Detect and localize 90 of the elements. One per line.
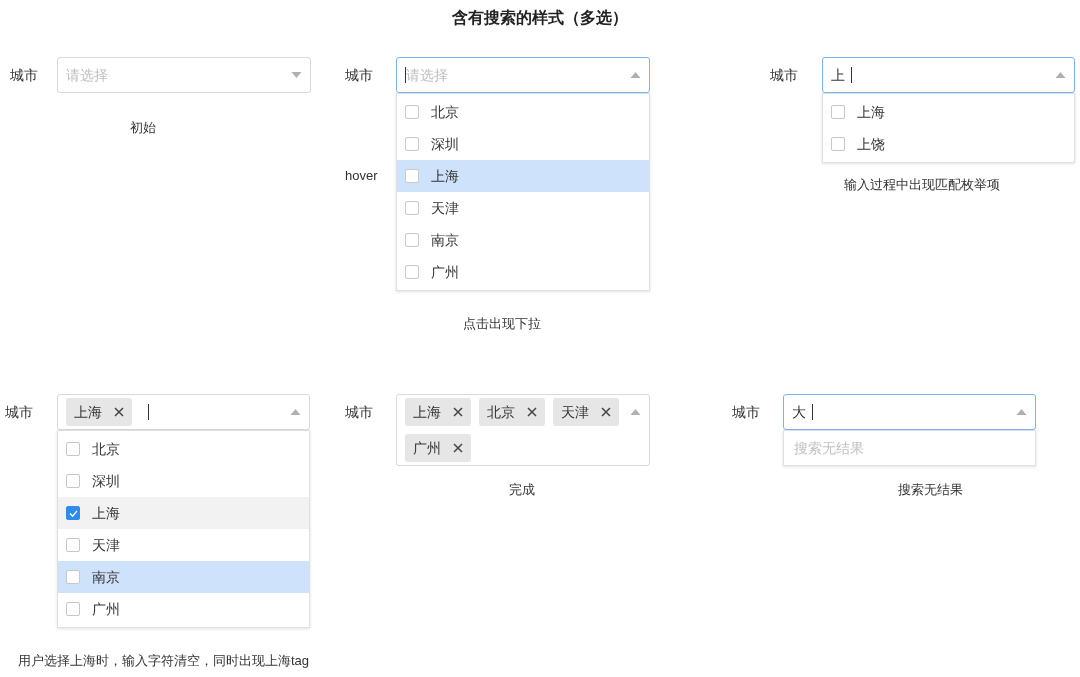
input-value: 上 <box>831 65 845 85</box>
option-text: 上海 <box>857 102 885 122</box>
option-text: 广州 <box>92 599 120 619</box>
caption-text: 点击出现下拉 <box>463 315 541 333</box>
empty-result-text: 搜索无结果 <box>783 430 1036 466</box>
checkbox[interactable] <box>66 506 80 520</box>
dropdown-option[interactable]: 南京 <box>58 561 309 593</box>
caret-down-icon[interactable] <box>291 72 302 78</box>
dropdown-option[interactable]: 南京 <box>397 224 649 256</box>
caption-text: 输入过程中出现匹配枚举项 <box>844 176 1000 194</box>
placeholder-text: 请选择 <box>66 65 108 85</box>
tag-text: 上海 <box>413 402 441 422</box>
dropdown-option[interactable]: 天津 <box>397 192 649 224</box>
close-icon[interactable] <box>527 407 537 417</box>
selected-tag[interactable]: 上海 <box>66 398 132 426</box>
tag-text: 上海 <box>74 402 102 422</box>
caret-up-icon[interactable] <box>1016 409 1027 415</box>
caret-up-icon[interactable] <box>630 409 641 415</box>
checkbox[interactable] <box>405 265 419 279</box>
option-text: 深圳 <box>431 134 459 154</box>
placeholder-text: 请选择 <box>406 65 448 85</box>
checkbox[interactable] <box>405 233 419 247</box>
option-text: 上海 <box>431 166 459 186</box>
checkbox[interactable] <box>66 570 80 584</box>
dropdown-option[interactable]: 上海 <box>397 160 649 192</box>
tag-text: 广州 <box>413 438 441 458</box>
dropdown-option[interactable]: 上海 <box>823 96 1074 128</box>
option-text: 天津 <box>92 535 120 555</box>
dropdown-option[interactable]: 北京 <box>397 96 649 128</box>
dropdown-option[interactable]: 上海 <box>58 497 309 529</box>
field-label: 城市 <box>5 402 34 422</box>
text-cursor <box>148 404 149 420</box>
close-icon[interactable] <box>601 407 611 417</box>
field-label: 城市 <box>770 65 799 85</box>
dropdown-option[interactable]: 上饶 <box>823 128 1074 160</box>
input-value: 大 <box>792 402 806 422</box>
selected-tag[interactable]: 北京 <box>479 398 545 426</box>
checkbox[interactable] <box>405 137 419 151</box>
option-text: 北京 <box>431 102 459 122</box>
option-text: 南京 <box>431 230 459 250</box>
select-field[interactable]: 上海 北京 天津 广州 <box>396 394 650 466</box>
tag-text: 北京 <box>487 402 515 422</box>
text-cursor <box>812 404 813 420</box>
close-icon[interactable] <box>453 407 463 417</box>
option-text: 广州 <box>431 262 459 282</box>
caption-text: 完成 <box>509 481 535 499</box>
close-icon[interactable] <box>453 443 463 453</box>
dropdown-option[interactable]: 天津 <box>58 529 309 561</box>
select-field[interactable]: 上海 <box>57 394 310 430</box>
checkbox[interactable] <box>66 538 80 552</box>
caret-up-icon[interactable] <box>630 72 641 78</box>
field-label: 城市 <box>732 402 761 422</box>
checkbox[interactable] <box>66 474 80 488</box>
option-text: 南京 <box>92 567 120 587</box>
page-title: 含有搜索的样式（多选） <box>452 8 628 28</box>
checkbox[interactable] <box>66 442 80 456</box>
checkbox[interactable] <box>405 105 419 119</box>
selected-tag[interactable]: 天津 <box>553 398 619 426</box>
checkbox[interactable] <box>831 105 845 119</box>
dropdown-option[interactable]: 深圳 <box>397 128 649 160</box>
select-field[interactable]: 上 <box>822 57 1075 93</box>
checkbox[interactable] <box>405 169 419 183</box>
field-label: 城市 <box>10 65 39 85</box>
option-text: 北京 <box>92 439 120 459</box>
caption-text: 用户选择上海时，输入字符清空，同时出现上海tag <box>18 652 310 670</box>
selected-tag[interactable]: 上海 <box>405 398 471 426</box>
dropdown-option[interactable]: 广州 <box>397 256 649 288</box>
dropdown-option[interactable]: 深圳 <box>58 465 309 497</box>
selected-tag[interactable]: 广州 <box>405 434 471 462</box>
hover-note: hover <box>345 167 378 185</box>
checkbox[interactable] <box>405 201 419 215</box>
text-cursor <box>851 67 852 83</box>
caption-text: 搜索无结果 <box>897 481 963 499</box>
select-field[interactable]: 大 <box>783 394 1036 430</box>
tag-text: 天津 <box>561 402 589 422</box>
field-label: 城市 <box>345 402 374 422</box>
option-text: 上饶 <box>857 134 885 154</box>
checkbox[interactable] <box>831 137 845 151</box>
field-label: 城市 <box>345 65 374 85</box>
caret-up-icon[interactable] <box>1055 72 1066 78</box>
caption-text: 初始 <box>130 119 156 137</box>
option-text: 天津 <box>431 198 459 218</box>
dropdown-option[interactable]: 广州 <box>58 593 309 625</box>
text-cursor <box>405 67 406 83</box>
option-text: 深圳 <box>92 471 120 491</box>
dropdown-option[interactable]: 北京 <box>58 433 309 465</box>
option-text: 上海 <box>92 503 120 523</box>
close-icon[interactable] <box>114 407 124 417</box>
caret-up-icon[interactable] <box>290 409 301 415</box>
checkbox[interactable] <box>66 602 80 616</box>
